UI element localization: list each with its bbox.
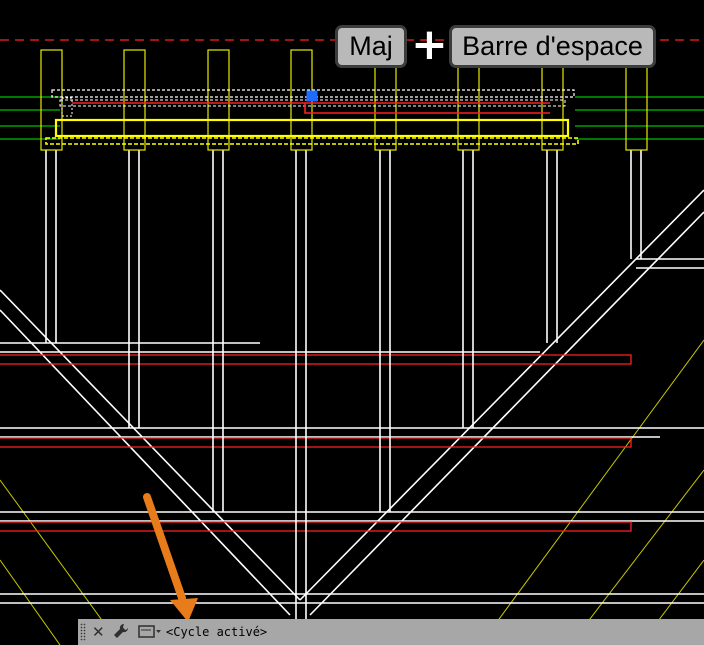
drag-handle-icon[interactable] <box>80 623 86 641</box>
key-spacebar: Barre d'espace <box>449 25 656 68</box>
plus-sign: + <box>411 19 448 70</box>
command-prompt-icon[interactable] <box>138 622 162 642</box>
key-maj: Maj <box>335 25 407 68</box>
command-prompt-text: <Cycle activé> <box>166 625 268 639</box>
wrench-icon[interactable] <box>112 622 132 642</box>
cad-drawing-canvas[interactable] <box>0 0 704 645</box>
vertical-posts <box>45 150 642 645</box>
diagonal-braces <box>0 189 704 616</box>
red-selected-joists <box>0 354 632 532</box>
yellow-hatch-lines <box>0 339 704 645</box>
close-icon[interactable]: ✕ <box>92 622 105 642</box>
grip-point <box>306 90 318 102</box>
command-line-bar[interactable]: ✕ <Cycle activé> <box>78 619 704 645</box>
horizontal-joists <box>0 258 704 604</box>
